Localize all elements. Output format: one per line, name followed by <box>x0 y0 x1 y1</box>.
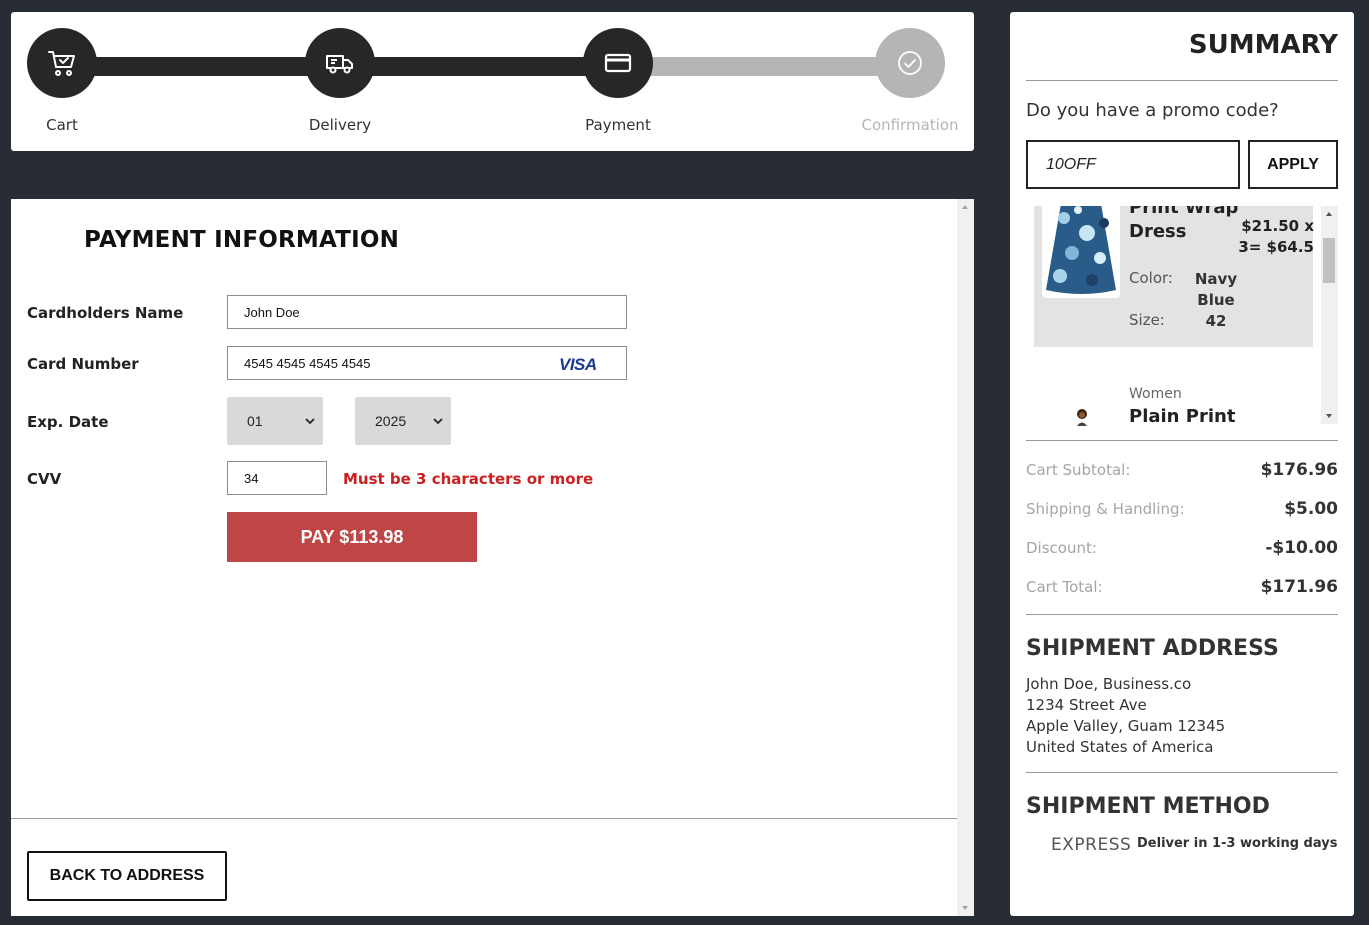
promo-question: Do you have a promo code? <box>1026 100 1279 121</box>
check-circle-icon <box>898 51 922 75</box>
dress-image-icon <box>1042 206 1120 298</box>
scroll-up-icon[interactable] <box>962 205 968 209</box>
cardholder-input[interactable] <box>227 295 627 329</box>
payment-panel: PAYMENT INFORMATION Cardholders Name Car… <box>11 199 974 916</box>
item-size-value: 42 <box>1205 312 1227 330</box>
items-scrollbar[interactable] <box>1321 206 1338 424</box>
step-payment[interactable] <box>583 28 653 98</box>
divider <box>1026 772 1338 773</box>
page-title: PAYMENT INFORMATION <box>84 227 400 253</box>
product-image <box>1072 406 1092 426</box>
cart-total-value: $171.96 <box>1260 577 1338 597</box>
item-color-label: Color: <box>1129 269 1173 287</box>
model-image-icon <box>1077 409 1087 426</box>
step-label-cart: Cart <box>46 116 78 134</box>
exp-date-label: Exp. Date <box>27 413 109 431</box>
shipment-method-name: EXPRESS <box>1051 835 1132 855</box>
card-number-label: Card Number <box>27 355 139 373</box>
address-line: Apple Valley, Guam 12345 <box>1026 717 1226 735</box>
step-label-delivery: Delivery <box>308 116 372 134</box>
pay-button[interactable]: PAY $113.98 <box>227 512 477 562</box>
truck-icon <box>326 55 353 74</box>
scroll-down-icon[interactable] <box>962 906 968 910</box>
divider <box>1026 80 1338 81</box>
scroll-up-icon[interactable] <box>1326 212 1332 216</box>
chevron-down-icon <box>305 418 315 425</box>
back-to-address-button[interactable]: BACK TO ADDRESS <box>27 851 227 901</box>
divider <box>1026 614 1338 615</box>
cart-item: Print Wrap Dress $21.50 x 3= $64.5 Color… <box>1034 206 1314 347</box>
cvv-label: CVV <box>27 470 62 488</box>
credit-card-icon <box>604 53 632 73</box>
panel-scrollbar[interactable] <box>957 199 974 916</box>
promo-code-input[interactable] <box>1026 140 1240 189</box>
shipping-label: Shipping & Handling: <box>1026 500 1185 518</box>
step-confirmation[interactable] <box>875 28 945 98</box>
address-line: John Doe, Business.co <box>1026 675 1192 693</box>
product-image <box>1042 206 1120 298</box>
exp-month-value: 01 <box>247 413 263 429</box>
subtotal-label: Cart Subtotal: <box>1026 461 1131 479</box>
cardholder-label: Cardholders Name <box>27 304 184 322</box>
visa-logo-icon: VISA <box>559 355 597 374</box>
exp-month-select[interactable]: 01 <box>227 397 323 445</box>
step-delivery[interactable] <box>305 28 375 98</box>
cart-icon <box>48 51 75 76</box>
item-size-label: Size: <box>1129 311 1165 329</box>
chevron-down-icon <box>433 418 443 425</box>
step-label-confirmation: Confirmation <box>861 116 959 134</box>
address-line: 1234 Street Ave <box>1026 696 1147 714</box>
item-category: Women <box>1129 386 1182 402</box>
cvv-input[interactable] <box>227 461 327 495</box>
subtotal-value: $176.96 <box>1260 460 1338 480</box>
order-summary: SUMMARY Do you have a promo code? APPLY … <box>1010 12 1354 916</box>
shipment-method-title: SHIPMENT METHOD <box>1026 794 1270 819</box>
stepper-progress-pending <box>633 57 911 76</box>
step-label-payment: Payment <box>585 116 651 134</box>
cart-total-label: Cart Total: <box>1026 578 1103 596</box>
cvv-error-message: Must be 3 characters or more <box>343 470 594 488</box>
exp-year-select[interactable]: 2025 <box>355 397 451 445</box>
shipping-value: $5.00 <box>1284 499 1338 519</box>
apply-promo-button[interactable]: APPLY <box>1248 140 1338 189</box>
checkout-stepper: Cart Delivery Payment Confirmation <box>11 12 974 151</box>
discount-label: Discount: <box>1026 539 1097 557</box>
item-color-value: Navy Blue <box>1194 270 1238 309</box>
divider <box>1026 440 1338 441</box>
exp-year-value: 2025 <box>375 413 407 429</box>
divider <box>11 818 957 819</box>
address-line: United States of America <box>1026 738 1214 756</box>
scroll-down-icon[interactable] <box>1326 414 1332 418</box>
step-cart[interactable] <box>27 28 97 98</box>
shipment-method-description: Deliver in 1-3 working days <box>1137 836 1338 851</box>
item-name: Print Wrap Dress <box>1129 206 1239 242</box>
cart-items-list[interactable]: Print Wrap Dress $21.50 x 3= $64.5 Color… <box>1026 206 1338 434</box>
summary-title: SUMMARY <box>1188 30 1338 60</box>
discount-value: -$10.00 <box>1265 538 1338 558</box>
item-price: $21.50 x 3= $64.5 <box>1238 217 1314 256</box>
item-name: Plain Print <box>1129 406 1236 427</box>
shipment-address-title: SHIPMENT ADDRESS <box>1026 636 1279 661</box>
scroll-thumb[interactable] <box>1323 238 1335 283</box>
